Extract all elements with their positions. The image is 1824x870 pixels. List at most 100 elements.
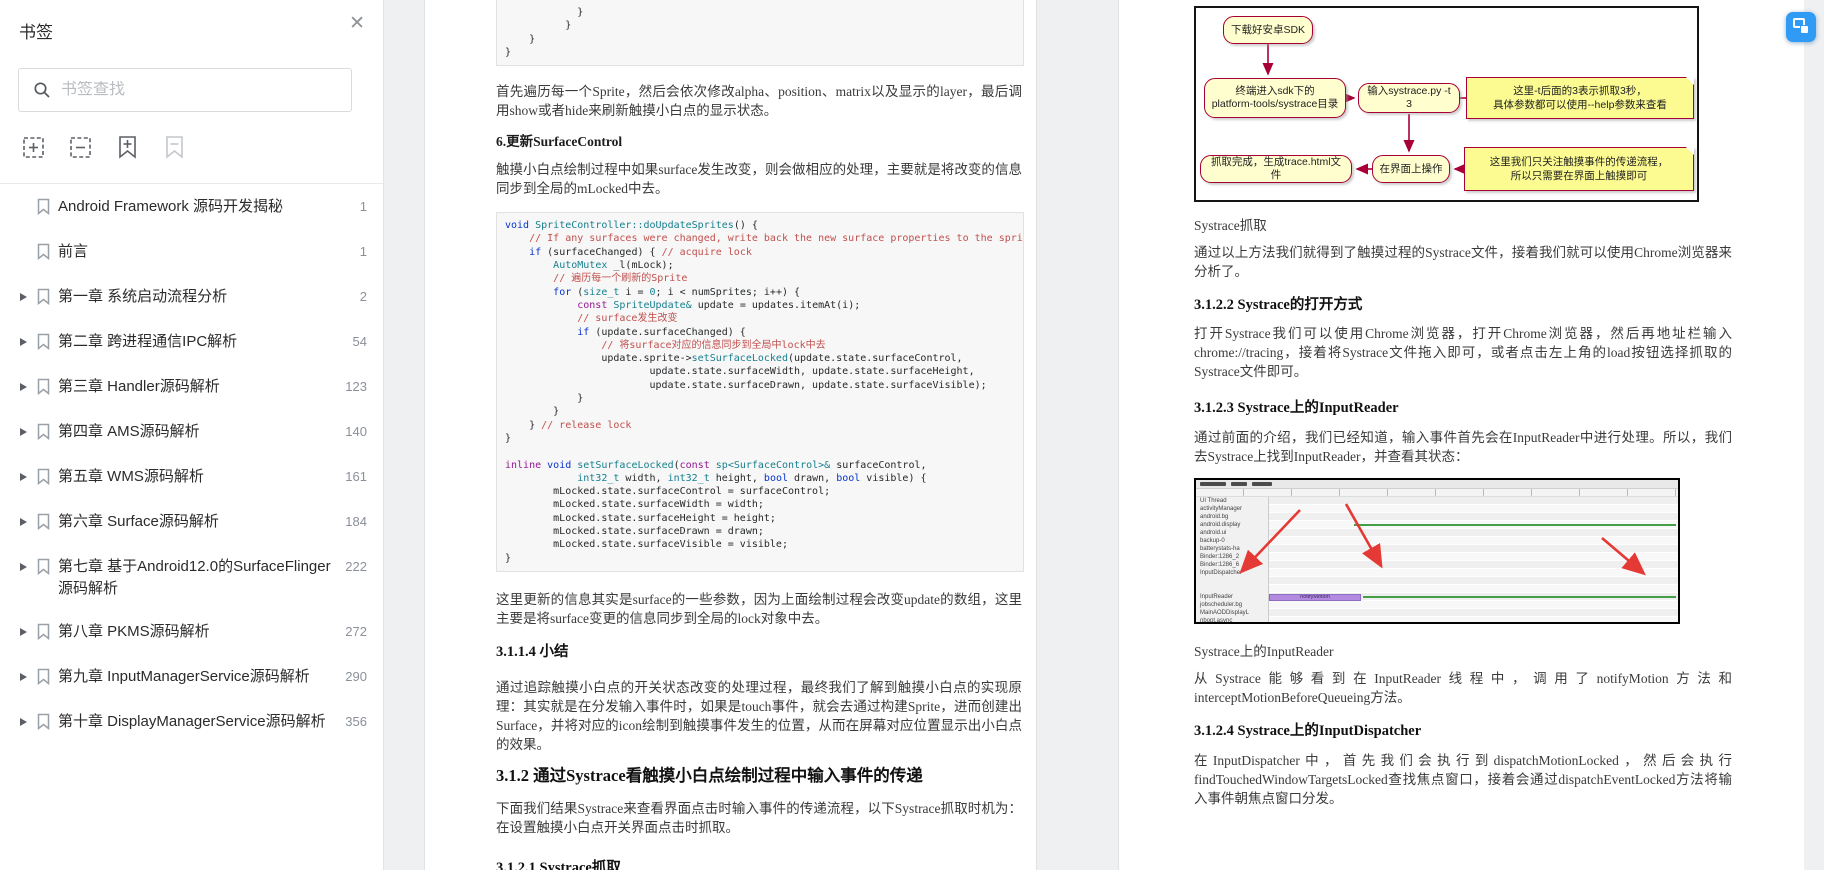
bookmark-item-label: 第三章 Handler源码解析 xyxy=(58,378,220,395)
bookmark-item[interactable]: 第九章 InputManagerService源码解析 290 xyxy=(20,666,367,690)
systrace-flowchart-figure: 下载好安卓SDK 终端进入sdk下的 platform-tools/systra… xyxy=(1194,6,1699,202)
bookmark-item[interactable]: 第二章 跨进程通信IPC解析 54 xyxy=(20,331,367,355)
bookmark-item[interactable]: 第五章 WMS源码解析 161 xyxy=(20,466,367,490)
expand-arrow-icon[interactable] xyxy=(20,331,36,346)
paragraph: 通过前面的介绍，我们已经知道，输入事件首先会在InputReader中进行处理。… xyxy=(1194,430,1732,464)
bookmark-item-label: 第四章 AMS源码解析 xyxy=(58,423,200,440)
expand-arrow-icon xyxy=(20,241,36,248)
expand-arrow-icon[interactable] xyxy=(20,466,36,481)
expand-arrow-icon[interactable] xyxy=(20,376,36,391)
list-heading: 6.更新SurfaceControl xyxy=(496,134,623,150)
bookmark-item-label: 前言 xyxy=(58,243,89,260)
systrace-labels: UI Thread activityManager android.bg androi… xyxy=(1196,497,1269,622)
bookmark-icon xyxy=(36,196,58,220)
bookmark-item[interactable]: 第一章 系统启动流程分析 2 xyxy=(20,286,367,310)
code-block-main: void SpriteController::doUpdateSprites()… xyxy=(496,212,1024,572)
bookmark-item-page: 2 xyxy=(359,289,367,304)
bookmark-icon xyxy=(36,376,58,400)
paragraph: 下面我们结果Systrace来查看界面点击时输入事件的传递流程，以下Systra… xyxy=(496,800,1022,835)
bookmark-item[interactable]: 第六章 Surface源码解析 184 xyxy=(20,511,367,535)
systrace-screenshot-figure: UI Thread activityManager android.bg androi… xyxy=(1194,478,1680,624)
bookmark-item-page: 123 xyxy=(345,379,367,394)
bookmark-item-label: 第二章 跨进程通信IPC解析 xyxy=(58,333,238,350)
paragraph: 在InputDispatcher中，首先我们会执行到dispatchMotion… xyxy=(1194,753,1732,806)
bookmark-item-label: Android Framework 源码开发揭秘 xyxy=(58,198,284,215)
expand-all-icon[interactable] xyxy=(20,132,46,162)
bookmark-item-label: 第七章 基于Android12.0的SurfaceFlinger源码解析 xyxy=(58,558,331,597)
search-icon xyxy=(34,82,50,98)
paragraph: 触摸小白点绘制过程中如果surface发生改变，则会做相应的处理，主要就是将改变… xyxy=(496,162,1022,197)
paragraph: 通过追踪触摸小白点的开关状态改变的处理过程，最终我们了解到触摸小白点的实现原理：… xyxy=(496,679,1022,752)
bookmark-item[interactable]: 第七章 基于Android12.0的SurfaceFlinger源码解析 222 xyxy=(20,556,367,600)
bookmark-item-page: 290 xyxy=(345,669,367,684)
bookmark-item[interactable]: Android Framework 源码开发揭秘 1 xyxy=(20,196,367,220)
expand-arrow-icon[interactable] xyxy=(20,286,36,301)
figure-caption: Systrace上的InputReader xyxy=(1194,644,1334,659)
flow-node-operate-ui: 在界面上操作 xyxy=(1372,155,1450,183)
remove-bookmark-icon[interactable] xyxy=(161,132,187,162)
bookmark-icon xyxy=(36,466,58,490)
expand-arrow-icon xyxy=(20,196,36,203)
bookmark-item[interactable]: 第十章 DisplayManagerService源码解析 356 xyxy=(20,711,367,735)
bookmark-search-input[interactable] xyxy=(61,81,351,99)
section-heading: 3.1.2.3 Systrace上的InputReader xyxy=(1194,400,1399,416)
paragraph: 从Systrace能够看到在InputReader线程中，调用了notifyMo… xyxy=(1194,671,1732,705)
bookmark-item[interactable]: 前言 1 xyxy=(20,241,367,265)
overlay-windows-icon xyxy=(1800,25,1809,34)
bookmark-item[interactable]: 第四章 AMS源码解析 140 xyxy=(20,421,367,445)
expand-arrow-icon[interactable] xyxy=(20,556,36,571)
ebook-reader-window: 书签 ✕ Android Framework 源码开发揭秘1前言1第 xyxy=(0,0,1824,870)
bookmark-item-page: 161 xyxy=(345,469,367,484)
expand-arrow-icon[interactable] xyxy=(20,711,36,726)
bookmark-icon xyxy=(36,286,58,310)
sidebar-toolbar xyxy=(20,132,187,162)
bookmark-icon xyxy=(36,621,58,645)
bookmark-icon xyxy=(36,331,58,355)
bookmark-item-label: 第九章 InputManagerService源码解析 xyxy=(58,668,310,685)
close-icon[interactable]: ✕ xyxy=(349,14,365,33)
flow-note-t3-param: 这里-t后面的3表示抓取3秒， 具体参数都可以使用--help参数来查看 xyxy=(1466,77,1694,119)
code-block-top: } } }} xyxy=(496,0,1024,67)
bookmark-item-page: 184 xyxy=(345,514,367,529)
systrace-toolbar xyxy=(1196,480,1678,489)
section-heading: 3.1.2.4 Systrace上的InputDispatcher xyxy=(1194,723,1422,739)
section-heading: 3.1.2.2 Systrace的打开方式 xyxy=(1194,297,1363,313)
bookmark-item-label: 第一章 系统启动流程分析 xyxy=(58,288,228,305)
floating-tool-button[interactable] xyxy=(1786,12,1816,42)
document-page-left: } } }} 首先遍历每一个Sprite，然后会依次修改alpha、positi… xyxy=(424,0,1037,870)
bookmark-icon xyxy=(36,241,58,265)
flow-node-run-systrace: 输入systrace.py -t 3 xyxy=(1358,83,1460,113)
section-heading: 3.1.2 通过Systrace看触摸小白点绘制过程中输入事件的传递 xyxy=(496,765,923,785)
sidebar-title: 书签 xyxy=(19,23,53,42)
bookmark-item[interactable]: 第三章 Handler源码解析 123 xyxy=(20,376,367,400)
expand-arrow-icon[interactable] xyxy=(20,621,36,636)
bookmark-item-label: 第八章 PKMS源码解析 xyxy=(58,623,210,640)
bookmarks-sidebar: 书签 ✕ Android Framework 源码开发揭秘1前言1第 xyxy=(0,0,384,870)
bookmark-search-box xyxy=(18,68,352,112)
bookmark-icon xyxy=(36,421,58,445)
expand-arrow-icon[interactable] xyxy=(20,511,36,526)
document-page-right: 下载好安卓SDK 终端进入sdk下的 platform-tools/systra… xyxy=(1118,0,1804,870)
bookmark-icon xyxy=(36,556,58,580)
collapse-all-icon[interactable] xyxy=(67,132,93,162)
expand-arrow-icon[interactable] xyxy=(20,421,36,436)
bookmark-icon xyxy=(36,711,58,735)
paragraph: 通过以上方法我们就得到了触摸过程的Systrace文件，接着我们就可以使用Chr… xyxy=(1194,245,1732,279)
flow-note-touch-only: 这里我们只关注触摸事件的传递流程， 所以只需要在界面上触摸即可 xyxy=(1464,147,1694,191)
bookmark-item-page: 222 xyxy=(345,559,367,574)
bookmark-item-page: 1 xyxy=(359,244,367,259)
flow-node-download-sdk: 下载好安卓SDK xyxy=(1223,16,1313,44)
paragraph: 打开Systrace我们可以使用Chrome浏览器，打开Chrome浏览器，然后… xyxy=(1194,326,1732,379)
add-bookmark-icon[interactable] xyxy=(114,132,140,162)
bookmark-item-label: 第十章 DisplayManagerService源码解析 xyxy=(58,713,326,730)
bookmark-item-page: 1 xyxy=(359,199,367,214)
bookmark-item-page: 140 xyxy=(345,424,367,439)
figure-caption: Systrace抓取 xyxy=(1194,218,1267,233)
bookmark-list: Android Framework 源码开发揭秘 1 前言 1 第一章 系统启动流程分析… xyxy=(0,183,383,870)
expand-arrow-icon[interactable] xyxy=(20,666,36,681)
bookmark-item-label: 第六章 Surface源码解析 xyxy=(58,513,219,530)
systrace-ruler xyxy=(1196,489,1678,497)
paragraph: 首先遍历每一个Sprite，然后会依次修改alpha、position、matr… xyxy=(496,84,1022,119)
bookmark-item[interactable]: 第八章 PKMS源码解析 272 xyxy=(20,621,367,645)
bookmark-item-page: 272 xyxy=(345,624,367,639)
